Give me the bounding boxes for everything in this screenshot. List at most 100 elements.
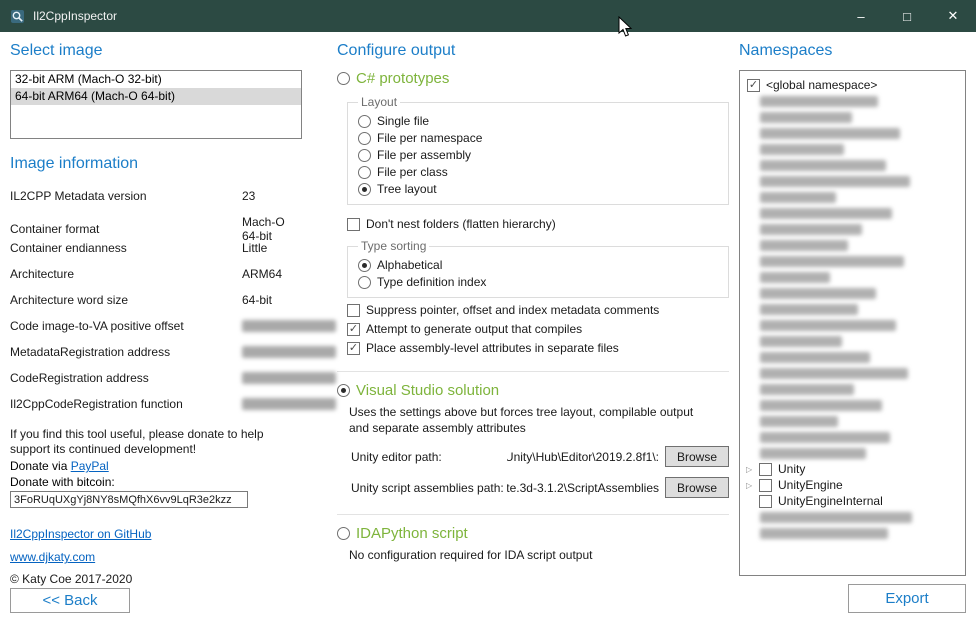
namespace-item-redacted[interactable] <box>746 525 961 541</box>
back-button[interactable]: << Back <box>10 588 130 613</box>
unity-script-path-row: Unity script assemblies path: ate.3d-3.1… <box>351 477 729 498</box>
namespace-item-redacted[interactable] <box>746 221 961 237</box>
namespaces-tree[interactable]: <global namespace>▷Unity▷UnityEngineUnit… <box>739 70 966 576</box>
redacted-text <box>760 224 862 235</box>
image-list-item[interactable]: 32-bit ARM (Mach-O 32-bit) <box>11 71 301 88</box>
info-label: Architecture <box>10 267 242 281</box>
checkbox-flatten-hierarchy[interactable]: Don't nest folders (flatten hierarchy) <box>347 217 729 231</box>
namespace-item-redacted[interactable] <box>746 333 961 349</box>
checkbox-attempt-to-generate[interactable]: Attempt to generate output that compiles <box>347 322 729 336</box>
export-button[interactable]: Export <box>848 584 966 613</box>
radio-label: File per assembly <box>377 148 471 162</box>
footer-links: Il2CppInspector on GitHub www.djkaty.com… <box>10 522 302 588</box>
redacted-text <box>760 400 882 411</box>
radio-layout-file-per-class[interactable]: File per class <box>358 165 720 179</box>
namespace-item-unityengine[interactable]: ▷ UnityEngine <box>746 477 961 493</box>
configure-output-panel: Configure output C# prototypes Layout Si… <box>337 38 729 613</box>
expander-icon[interactable]: ▷ <box>746 465 759 474</box>
namespace-item-redacted[interactable] <box>746 301 961 317</box>
namespace-item-redacted[interactable] <box>746 317 961 333</box>
info-label: MetadataRegistration address <box>10 345 242 359</box>
info-label: IL2CPP Metadata version <box>10 189 242 203</box>
radio-label: File per namespace <box>377 131 482 145</box>
namespace-item-redacted[interactable] <box>746 189 961 205</box>
paypal-link[interactable]: PayPal <box>71 459 109 473</box>
select-image-title: Select image <box>10 42 302 60</box>
unity-script-path-label: Unity script assemblies path: <box>351 481 507 495</box>
maximize-button[interactable]: □ <box>884 0 930 32</box>
namespace-item-redacted[interactable] <box>746 125 961 141</box>
bitcoin-address-input[interactable] <box>10 491 248 508</box>
info-value: 23 <box>242 189 302 203</box>
checkbox-icon <box>347 342 360 355</box>
namespace-item-redacted[interactable] <box>746 173 961 189</box>
namespace-item-redacted[interactable] <box>746 349 961 365</box>
info-row: Container endiannessLittle <box>10 241 302 254</box>
namespace-item-redacted[interactable] <box>746 269 961 285</box>
namespace-item-redacted[interactable] <box>746 237 961 253</box>
radio-label: Visual Studio solution <box>356 382 499 399</box>
browse-editor-button[interactable]: Browse <box>665 446 729 467</box>
namespace-item-redacted[interactable] <box>746 397 961 413</box>
checkbox-suppress-pointer,-offset[interactable]: Suppress pointer, offset and index metad… <box>347 303 729 317</box>
image-list-item[interactable]: 64-bit ARM64 (Mach-O 64-bit) <box>11 88 301 105</box>
namespace-item-redacted[interactable] <box>746 205 961 221</box>
namespace-item-redacted[interactable] <box>746 285 961 301</box>
checkbox-label: Attempt to generate output that compiles <box>366 322 582 336</box>
info-label: Code image-to-VA positive offset <box>10 319 242 333</box>
checkbox-place-assembly-level-attributes[interactable]: Place assembly-level attributes in separ… <box>347 341 729 355</box>
website-link[interactable]: www.djkaty.com <box>10 550 95 564</box>
checkbox-icon <box>759 463 772 476</box>
redacted-text <box>760 304 858 315</box>
namespace-item-redacted[interactable] <box>746 509 961 525</box>
app-icon <box>10 9 25 24</box>
radio-idapython-script[interactable]: IDAPython script <box>337 525 729 542</box>
namespace-item-global[interactable]: <global namespace> <box>746 77 961 93</box>
redacted-text <box>760 432 890 443</box>
namespace-label: UnityEngine <box>778 478 843 492</box>
redacted-text <box>760 192 836 203</box>
radio-layout-file-per-assembly[interactable]: File per assembly <box>358 148 720 162</box>
donate-bitcoin-label: Donate with bitcoin: <box>10 475 302 489</box>
info-row: IL2CPP Metadata version23 <box>10 189 302 202</box>
window-title: Il2CppInspector <box>33 9 117 23</box>
main-content: Select image 32-bit ARM (Mach-O 32-bit)6… <box>0 32 976 623</box>
browse-script-button[interactable]: Browse <box>665 477 729 498</box>
checkbox-icon <box>347 218 360 231</box>
namespace-item-redacted[interactable] <box>746 109 961 125</box>
expander-icon[interactable]: ▷ <box>746 481 759 490</box>
layout-groupbox: Layout Single fileFile per namespaceFile… <box>347 95 729 205</box>
redacted-text <box>760 336 842 347</box>
namespace-item-redacted[interactable] <box>746 445 961 461</box>
github-link[interactable]: Il2CppInspector on GitHub <box>10 527 151 541</box>
radio-layout-tree-layout[interactable]: Tree layout <box>358 182 720 196</box>
radio-sorting-type-definition-index[interactable]: Type definition index <box>358 275 720 289</box>
namespace-item-redacted[interactable] <box>746 253 961 269</box>
redacted-text <box>760 112 852 123</box>
sorting-options: Alphabetical Type definition index <box>358 258 720 289</box>
minimize-button[interactable]: – <box>838 0 884 32</box>
radio-visual-studio-solution[interactable]: Visual Studio solution <box>337 382 729 399</box>
export-button-row: Export <box>739 584 966 613</box>
select-image-panel: Select image 32-bit ARM (Mach-O 32-bit)6… <box>10 38 302 613</box>
namespace-item-redacted[interactable] <box>746 429 961 445</box>
namespace-item-redacted[interactable] <box>746 141 961 157</box>
namespace-item-unity[interactable]: ▷Unity <box>746 461 961 477</box>
image-listbox[interactable]: 32-bit ARM (Mach-O 32-bit)64-bit ARM64 (… <box>10 70 302 139</box>
namespace-item-redacted[interactable] <box>746 413 961 429</box>
namespace-item-redacted[interactable] <box>746 93 961 109</box>
namespace-item-unityengineinternal[interactable]: UnityEngineInternal <box>746 493 961 509</box>
radio-layout-file-per-namespace[interactable]: File per namespace <box>358 131 720 145</box>
image-info-table: IL2CPP Metadata version23Container forma… <box>10 189 302 423</box>
namespace-item-redacted[interactable] <box>746 381 961 397</box>
namespace-item-redacted[interactable] <box>746 157 961 173</box>
namespace-item-redacted[interactable] <box>746 365 961 381</box>
radio-csharp-prototypes[interactable]: C# prototypes <box>337 70 729 87</box>
radio-layout-single-file[interactable]: Single file <box>358 114 720 128</box>
radio-sorting-alphabetical[interactable]: Alphabetical <box>358 258 720 272</box>
info-value-redacted <box>242 398 336 410</box>
close-button[interactable]: ✕ <box>930 0 976 32</box>
redacted-text <box>760 176 910 187</box>
redacted-text <box>760 144 844 155</box>
info-label: Architecture word size <box>10 293 242 307</box>
